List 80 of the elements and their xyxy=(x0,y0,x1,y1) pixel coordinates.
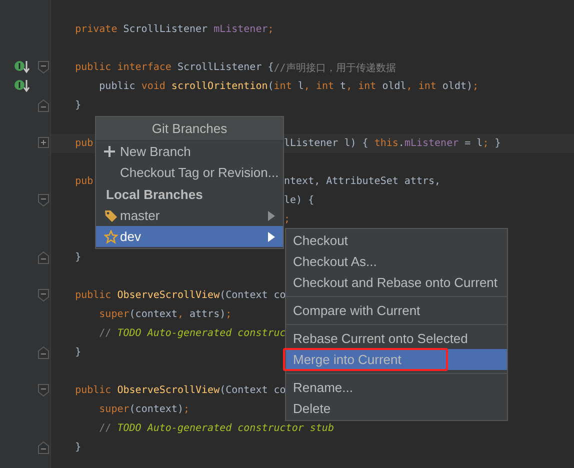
todo-comment: TODO Auto-generated constructor stub xyxy=(117,423,334,434)
code-text: le) { xyxy=(284,195,314,206)
code-keyword: , int xyxy=(346,81,378,92)
code-method: scrollOritention xyxy=(171,81,268,92)
code-keyword: ; xyxy=(472,81,479,92)
code-keyword: , xyxy=(177,309,184,320)
expand-icon[interactable] xyxy=(38,137,49,148)
submenu-arrow-icon xyxy=(268,210,275,220)
code-method: ObserveScrollView xyxy=(117,385,220,396)
branch-item[interactable]: dev xyxy=(96,226,283,247)
code-text: . xyxy=(398,138,404,149)
code-field: mListener xyxy=(404,138,459,149)
popup-title: Git Branches xyxy=(96,117,283,141)
code-keyword: ; xyxy=(482,138,489,149)
code-keyword: void xyxy=(141,81,166,92)
code-keyword: super xyxy=(98,309,130,320)
fold-icon[interactable] xyxy=(38,194,49,207)
menu-item[interactable]: Checkout xyxy=(286,230,507,251)
code-text: t xyxy=(340,81,346,92)
branch-item[interactable]: master xyxy=(96,205,283,226)
code-keyword: int xyxy=(274,81,293,92)
code-text: } xyxy=(74,252,82,263)
code-comment: //声明接口，用于传递数据 xyxy=(274,62,396,74)
code-keyword: pub xyxy=(74,176,94,187)
code-text: (context) xyxy=(129,404,184,415)
fold-icon[interactable] xyxy=(38,99,49,112)
menu-item[interactable]: New Branch xyxy=(96,141,283,162)
code-keyword: ; xyxy=(284,214,290,225)
fold-icon[interactable] xyxy=(38,251,49,264)
code-keyword: this xyxy=(374,138,398,149)
code-text: public xyxy=(98,81,136,92)
fold-icon[interactable] xyxy=(38,441,49,454)
code-text: (Context co xyxy=(220,385,286,396)
code-text: } xyxy=(74,442,82,453)
code-text: (Context co xyxy=(220,290,286,301)
code-comment: // xyxy=(98,423,112,434)
plus-icon xyxy=(104,146,115,157)
fold-icon[interactable] xyxy=(38,289,49,302)
menu-item[interactable]: Checkout As... xyxy=(286,251,507,272)
code-text: } xyxy=(74,347,82,358)
menu-item[interactable]: Delete xyxy=(286,398,507,419)
code-keyword: super xyxy=(98,404,130,415)
code-text: } xyxy=(74,100,82,111)
code-keyword: ; xyxy=(268,24,274,35)
code-text: } xyxy=(494,138,501,149)
code-keyword: public interface xyxy=(74,62,172,73)
menu-item[interactable]: Checkout Tag or Revision... xyxy=(96,162,283,183)
code-text: attrs) xyxy=(190,309,226,320)
code-text: ntext, AttributeSet attrs, xyxy=(284,176,441,187)
code-text: l xyxy=(298,81,304,92)
code-keyword: , int xyxy=(304,81,336,92)
code-method: ObserveScrollView xyxy=(117,290,220,301)
code-field: mListener xyxy=(214,24,268,35)
submenu-arrow-icon xyxy=(268,232,275,242)
code-keyword: private xyxy=(74,24,118,35)
menu-item[interactable]: Rename... xyxy=(286,373,507,398)
code-keyword: public xyxy=(74,385,112,396)
fold-icon[interactable] xyxy=(38,61,49,74)
implemented-icon[interactable] xyxy=(14,60,30,74)
code-text: ScrollListener { xyxy=(177,62,274,73)
code-text: ( xyxy=(268,81,274,92)
code-text: = l xyxy=(464,138,483,149)
implemented-icon[interactable] xyxy=(14,79,30,93)
code-text: ScrollListener xyxy=(123,24,209,35)
code-text: lListener l) { xyxy=(284,138,370,149)
section-header: Local Branches xyxy=(105,186,204,204)
code-keyword: public xyxy=(74,290,112,301)
code-text: (context xyxy=(129,309,178,320)
code-keyword: pub xyxy=(74,138,94,149)
code-keyword: ; xyxy=(183,404,190,415)
code-comment: // xyxy=(98,328,112,339)
todo-comment: TODO Auto-generated construc xyxy=(117,328,286,339)
fold-icon[interactable] xyxy=(38,384,49,397)
code-keyword: , int xyxy=(406,81,438,92)
menu-item[interactable]: Compare with Current xyxy=(286,296,507,321)
menu-item[interactable]: Checkout and Rebase onto Current xyxy=(286,272,507,293)
fold-icon[interactable] xyxy=(38,346,49,359)
code-text: oldt) xyxy=(442,81,473,92)
code-text: oldl xyxy=(382,81,406,92)
code-keyword: ; xyxy=(226,309,232,320)
